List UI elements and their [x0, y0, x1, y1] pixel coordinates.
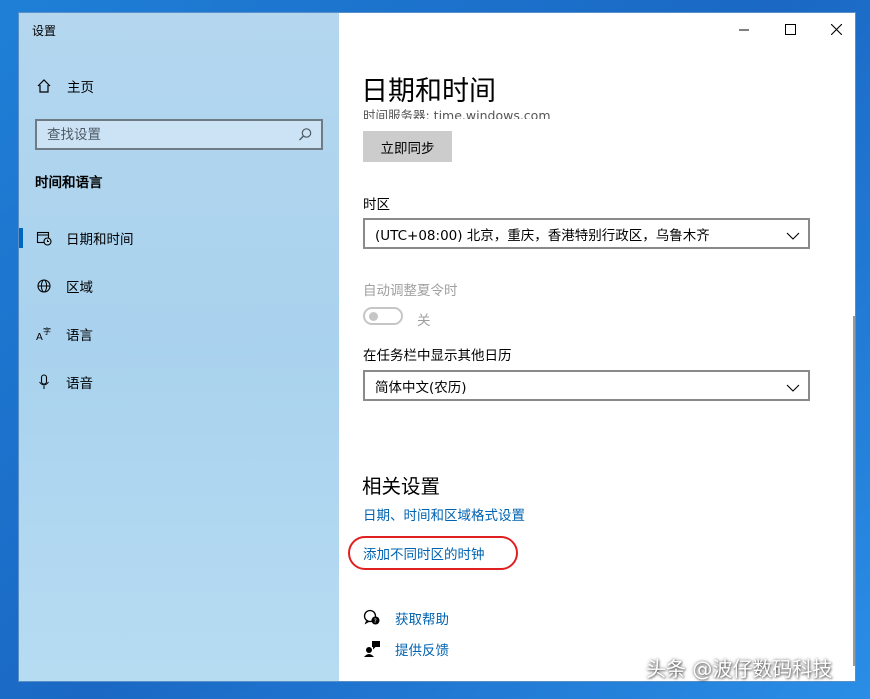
calendar-dropdown[interactable]: 简体中文(农历): [363, 370, 810, 401]
dst-toggle[interactable]: [363, 307, 403, 325]
sidebar-item-label: 语言: [66, 328, 93, 344]
watermark-text: 头条 @波仔数码科技: [646, 657, 833, 681]
time-server-text: 时间服务器: time.windows.com: [363, 108, 551, 119]
settings-window: 设置 主页 时间和语言 日期和时间 区域: [18, 12, 856, 682]
sidebar-item-region[interactable]: 区域: [19, 266, 339, 306]
feedback-link[interactable]: 提供反馈: [363, 638, 449, 660]
maximize-button[interactable]: [767, 13, 813, 45]
feedback-icon: [363, 640, 381, 658]
sidebar-item-language[interactable]: A字 语言: [19, 314, 339, 354]
related-settings-heading: 相关设置: [362, 475, 441, 498]
page-title: 日期和时间: [361, 76, 496, 107]
timezone-label: 时区: [363, 197, 390, 213]
microphone-icon: [35, 373, 53, 391]
sidebar-item-label: 日期和时间: [66, 232, 134, 248]
section-heading: 时间和语言: [35, 175, 103, 191]
dst-toggle-state: 关: [417, 313, 431, 329]
sync-now-button[interactable]: 立即同步: [363, 131, 452, 162]
sidebar-item-home[interactable]: 主页: [19, 66, 339, 106]
svg-text:?: ?: [374, 618, 377, 625]
chevron-down-icon: [786, 379, 800, 398]
search-box: [35, 119, 323, 150]
minimize-icon: [739, 20, 749, 39]
window-title: 设置: [32, 24, 57, 38]
search-icon[interactable]: [298, 127, 313, 146]
get-help-label: 获取帮助: [395, 612, 449, 628]
help-chat-icon: ?: [363, 609, 381, 627]
content-pane: 日期和时间 时间服务器: time.windows.com 立即同步 时区 (U…: [339, 13, 855, 681]
svg-text:字: 字: [43, 326, 51, 336]
sidebar-item-label: 主页: [67, 80, 94, 96]
calendar-value: 简体中文(农历): [375, 379, 467, 396]
language-icon: A字: [35, 325, 53, 343]
sidebar-item-speech[interactable]: 语音: [19, 362, 339, 402]
sidebar-item-date-time[interactable]: 日期和时间: [19, 218, 339, 258]
dst-label: 自动调整夏令时: [363, 283, 458, 299]
toggle-knob: [369, 312, 378, 321]
close-button[interactable]: [813, 13, 855, 45]
close-icon: [830, 20, 842, 39]
sidebar-item-label: 语音: [66, 376, 93, 392]
date-time-region-format-link[interactable]: 日期、时间和区域格式设置: [363, 504, 525, 524]
timezone-dropdown[interactable]: (UTC+08:00) 北京，重庆，香港特别行政区，乌鲁木齐: [363, 218, 810, 249]
search-input[interactable]: [37, 125, 289, 144]
minimize-button[interactable]: [721, 13, 767, 45]
scrollbar[interactable]: [853, 316, 855, 666]
feedback-label: 提供反馈: [395, 643, 449, 659]
timezone-value: (UTC+08:00) 北京，重庆，香港特别行政区，乌鲁木齐: [375, 227, 710, 244]
sidebar: 设置 主页 时间和语言 日期和时间 区域: [19, 13, 339, 681]
svg-text:A: A: [36, 332, 43, 342]
globe-icon: [35, 277, 53, 295]
maximize-icon: [784, 20, 796, 39]
chevron-down-icon: [786, 227, 800, 246]
calendar-label: 在任务栏中显示其他日历: [363, 348, 512, 364]
get-help-link[interactable]: ? 获取帮助: [363, 607, 449, 629]
add-clocks-link[interactable]: 添加不同时区的时钟: [363, 543, 485, 563]
sidebar-item-label: 区域: [66, 280, 93, 296]
home-icon: [35, 77, 53, 95]
calendar-clock-icon: [35, 229, 53, 247]
